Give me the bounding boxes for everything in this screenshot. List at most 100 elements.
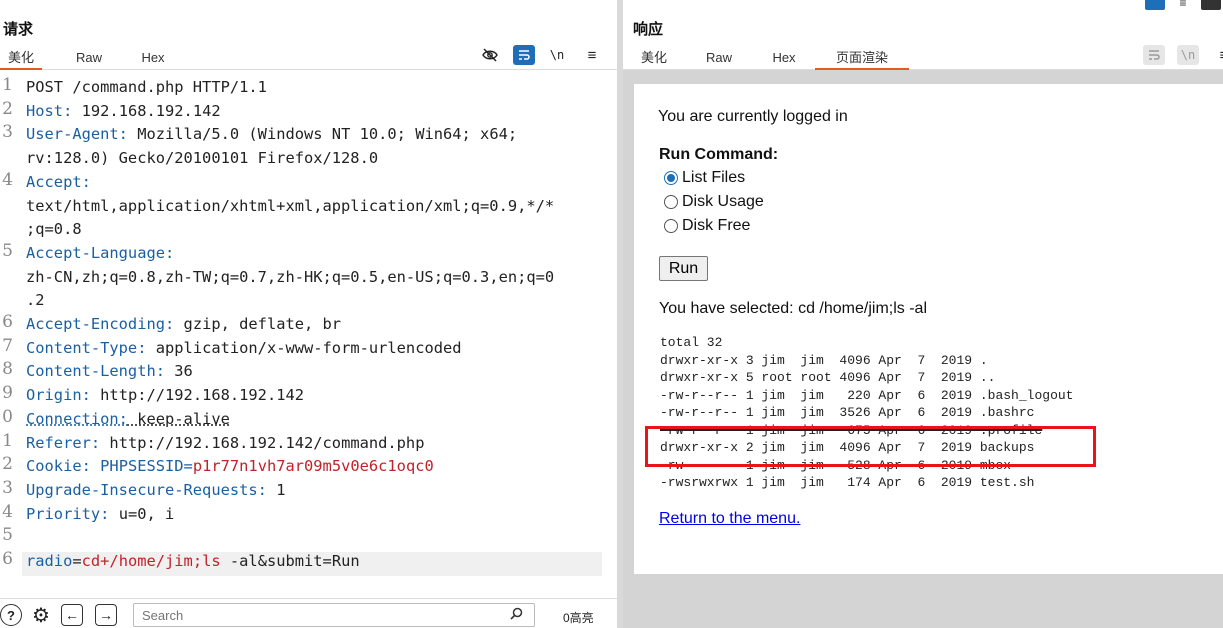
hamburger-icon[interactable]: ≡ (1213, 45, 1223, 65)
header-value: http://192.168.192.142/command.php (100, 433, 425, 452)
header-name: Accept (26, 172, 82, 191)
request-line: radio=cd+/home/jim;ls -al&submit=Run (26, 550, 360, 573)
radio-button[interactable] (664, 171, 678, 185)
tab-raw[interactable]: Raw (695, 48, 743, 70)
header-value: http://192.168.192.142 (90, 386, 305, 405)
layout-list-icon[interactable]: ≡ (1173, 0, 1193, 10)
line-number: 3 (2, 122, 13, 143)
layout-controls: ≡ (1145, 0, 1223, 12)
radio-button[interactable] (664, 195, 678, 209)
header-name: Accept-Encoding (26, 315, 165, 333)
listing-line: drwxr-xr-x 5 root root 4096 Apr 7 2019 .… (660, 370, 996, 385)
header-name: Upgrade-Insecure-Requests (26, 480, 258, 499)
header-name: User-Agent (26, 125, 119, 144)
radio-disk-usage[interactable]: Disk Usage (664, 192, 764, 212)
header-value: Mozilla/5.0 (Windows NT 10.0; Win64; x64… (127, 125, 518, 144)
listing-line: drwxr-xr-x 3 jim jim 4096 Apr 7 2019 . (660, 352, 988, 368)
header-name: Priority (26, 504, 101, 523)
line-number: 1 (2, 75, 13, 95)
line-number: 11 (0, 430, 13, 451)
header-value: PHPSESSID= (90, 457, 193, 476)
layout-split-icon[interactable] (1145, 0, 1165, 10)
radio-label: List Files (682, 169, 746, 186)
request-line: Content-Type: application/x-www-form-url… (26, 337, 462, 360)
header-value: gzip, deflate, br (174, 315, 342, 333)
request-line: Content-Length: 36 (26, 360, 193, 383)
line-number: 10 (0, 406, 13, 427)
header-name: Accept-Language (26, 243, 165, 262)
request-line: Accept-Encoding: gzip, deflate, br (26, 313, 341, 336)
header-name: Content-Type (26, 338, 138, 357)
header-colon: : (90, 433, 101, 452)
back-button[interactable]: ← (61, 604, 83, 626)
listing-line: -rw-r--r-- 1 jim jim 3526 Apr 6 2019 .ba… (660, 405, 1035, 420)
line-number: 2 (2, 98, 13, 119)
tab-hex[interactable]: Hex (761, 48, 807, 70)
line-number: 5 (2, 240, 13, 261)
param-name: radio (26, 552, 73, 570)
header-colon: : (165, 243, 175, 262)
header-value: keep-alive (127, 409, 230, 428)
highlight-box (645, 426, 1096, 467)
request-line: Host: 192.168.192.142 (26, 100, 221, 123)
eye-slash-icon[interactable] (479, 45, 501, 65)
request-line: .2 (26, 291, 45, 310)
return-link[interactable]: Return to the menu. (659, 510, 800, 528)
line-number: 12 (0, 454, 13, 475)
listing-line: -rwsrwxrwx 1 jim jim 174 Apr 6 2019 test… (660, 475, 1035, 490)
request-line: POST /command.php HTTP/1.1 (26, 78, 267, 96)
selected-command: You have selected: cd /home/jim;ls -al (659, 300, 927, 317)
request-line: zh-CN,zh;q=0.8,zh-TW;q=0.7,zh-HK;q=0.5,e… (26, 267, 555, 286)
newline-toggle[interactable]: \n (546, 45, 568, 65)
tab-pretty[interactable]: 美化 (0, 48, 42, 70)
line-number: 16 (0, 549, 13, 569)
header-colon: : (118, 409, 128, 428)
run-button[interactable]: Run (659, 256, 708, 281)
request-pane: 请求 美化 Raw Hex \n ≡ 1 POST /command.php HT… (0, 0, 617, 628)
request-editor[interactable]: 1 POST /command.php HTTP/1.1 2 Host: 192.16… (0, 74, 608, 584)
rendered-page: You are currently logged in Run Command:… (634, 84, 1223, 574)
param-rest: -al&submit=Run (220, 552, 360, 570)
header-name: Content-Length (26, 362, 156, 381)
line-number: 6 (2, 312, 13, 332)
wrap-icon (1143, 45, 1165, 65)
param-value: cd+/home/jim;ls (81, 552, 221, 570)
request-title: 请求 (3, 21, 34, 38)
radio-button[interactable] (664, 219, 678, 233)
search-icon[interactable] (510, 607, 523, 623)
tab-render[interactable]: 页面渲染 (815, 48, 909, 70)
tab-raw[interactable]: Raw (64, 48, 114, 70)
search-input[interactable] (133, 603, 535, 627)
header-colon: : (155, 362, 166, 381)
tab-hex[interactable]: Hex (130, 48, 176, 70)
line-number: 8 (2, 359, 13, 380)
wrap-icon[interactable] (513, 45, 535, 65)
tab-pretty[interactable]: 美化 (633, 48, 675, 70)
layout-single-icon[interactable] (1201, 0, 1221, 10)
radio-list-files[interactable]: List Files (664, 168, 745, 188)
request-line: Priority: u=0, i (26, 503, 174, 526)
line-number: 7 (2, 335, 13, 356)
request-line: Upgrade-Insecure-Requests: 1 (26, 479, 285, 502)
listing-line: total 32 (660, 335, 723, 350)
header-value: 36 (165, 362, 193, 381)
line-number: 14 (0, 501, 13, 522)
header-colon: : (81, 172, 91, 191)
header-value: 192.168.192.142 (72, 101, 221, 120)
gear-icon[interactable]: ⚙ (30, 604, 52, 627)
header-name: Cookie (26, 457, 82, 476)
file-listing: total 32 drwxr-xr-x 3 jim jim 4096 Apr 7 … (660, 334, 1073, 492)
forward-button[interactable]: → (95, 604, 117, 626)
hamburger-icon[interactable]: ≡ (581, 45, 603, 65)
radio-label: Disk Free (682, 217, 751, 234)
cookie-value: p1r77n1vh7ar09m5v0e6c1oqc0 (192, 457, 434, 476)
line-number: 13 (0, 477, 13, 498)
header-name: Connection (26, 409, 119, 428)
help-icon[interactable]: ? (0, 604, 22, 626)
header-value: u=0, i (109, 504, 175, 523)
render-area: You are currently logged in Run Command:… (623, 70, 1223, 628)
line-number: 4 (2, 169, 13, 190)
header-colon: : (81, 386, 91, 405)
header-value: application/x-www-form-urlencoded (146, 338, 462, 357)
radio-disk-free[interactable]: Disk Free (664, 216, 750, 236)
